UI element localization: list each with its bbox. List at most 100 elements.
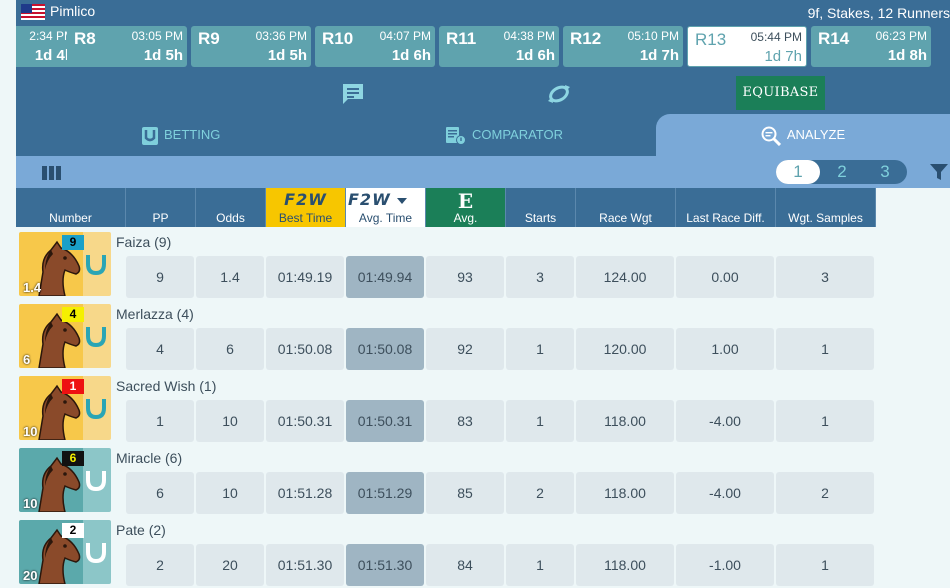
race-tab-r9[interactable]: R9 03:36 PM 1d 5h	[191, 26, 311, 67]
cell-avg: 85	[426, 472, 504, 514]
race-tab-r13[interactable]: R13 05:44 PM 1d 7h	[687, 26, 807, 67]
tab-comparator[interactable]: COMPARATOR	[446, 114, 563, 156]
race-tab-r8[interactable]: R8 03:05 PM 1d 5h	[67, 26, 187, 67]
cell-odds: 1.4	[196, 256, 264, 298]
saddle-odds: 20	[23, 568, 38, 583]
cell-last-race-diff: 1.00	[676, 328, 774, 370]
race-tab-r12[interactable]: R12 05:10 PM 1d 7h	[563, 26, 683, 67]
cell-avg-time: 01:49.94	[346, 256, 424, 298]
program-number: 6	[62, 451, 84, 466]
race-time: 04:38 PM	[503, 29, 555, 43]
race-strip: 2:34 PM 1d 4h R8 03:05 PM 1d 5h R9 03:36…	[0, 24, 950, 70]
saddle-cloth[interactable]: 2 20	[19, 520, 111, 584]
cell-best-time: 01:50.31	[266, 400, 344, 442]
col-odds[interactable]: Odds	[196, 188, 266, 227]
race-time: 03:05 PM	[131, 29, 183, 43]
horse-name[interactable]: Pate (2)	[116, 522, 166, 538]
cell-last-race-diff: -4.00	[676, 472, 774, 514]
race-tab-r10[interactable]: R10 04:07 PM 1d 6h	[315, 26, 435, 67]
race-tab-r14[interactable]: R14 06:23 PM 1d 8h	[811, 26, 931, 67]
race-countdown: 1d 6h	[515, 47, 555, 64]
race-number: R14	[818, 29, 850, 48]
horseshoe-icon	[86, 327, 106, 348]
us-flag-icon	[21, 4, 45, 20]
cell-best-time: 01:51.28	[266, 472, 344, 514]
race-tab-r11[interactable]: R11 04:38 PM 1d 6h	[439, 26, 559, 67]
saddle-odds: 10	[23, 424, 38, 439]
horseshoe-icon	[86, 543, 106, 564]
table-row[interactable]: 1 10 Sacred Wish (1) 1 10 01:50.31 01:50.31 83 1…	[16, 371, 950, 443]
tab-analyze[interactable]: ANALYZE	[656, 114, 950, 156]
col-last-race-diff[interactable]: Last Race Diff.	[676, 188, 776, 227]
col-wgt-samples[interactable]: Wgt. Samples	[776, 188, 876, 227]
refresh-icon[interactable]	[546, 82, 572, 106]
cell-avg: 93	[426, 256, 504, 298]
tab-betting[interactable]: BETTING	[142, 114, 220, 156]
saddle-cloth[interactable]: 46	[19, 304, 111, 368]
cell-avg-time: 01:50.08	[346, 328, 424, 370]
col-number[interactable]: Number	[16, 188, 126, 227]
col-avg-time[interactable]: F2W Avg. Time	[346, 188, 426, 227]
table-row[interactable]: 6 10 Miracle (6) 6 10 01:51.28 01:51.29 85 2 118.…	[16, 443, 950, 515]
page-3-button[interactable]: 3	[863, 160, 907, 184]
filter-icon[interactable]	[930, 164, 948, 181]
col-race-wgt[interactable]: Race Wgt	[576, 188, 676, 227]
cell-avg: 84	[426, 544, 504, 586]
saddle-cloth[interactable]: 1 10	[19, 376, 111, 440]
program-number: 1	[62, 379, 84, 394]
cell-avg-time: 01:51.29	[346, 472, 424, 514]
race-countdown: 1d 8h	[887, 47, 927, 64]
table-row[interactable]: 9 1.4 Faiza (9) 9 1.4 01:49.19 01:49.94 93 3 124.…	[16, 227, 950, 299]
race-number: R9	[198, 29, 220, 48]
horse-name[interactable]: Faiza (9)	[116, 234, 171, 250]
equibase-button[interactable]: EQUIBASE	[736, 76, 825, 110]
race-time: 03:36 PM	[255, 29, 307, 43]
cell-odds: 20	[196, 544, 264, 586]
col-e-avg[interactable]: E Avg.	[426, 188, 506, 227]
race-time: 05:44 PM	[750, 30, 802, 44]
horseshoe-icon	[86, 471, 106, 492]
cell-starts: 1	[506, 328, 574, 370]
horse-name[interactable]: Sacred Wish (1)	[116, 378, 216, 394]
chat-icon[interactable]	[340, 82, 366, 106]
cell-race-wgt: 120.00	[576, 328, 674, 370]
col-best-time[interactable]: F2W Best Time	[266, 188, 346, 227]
cell-pp: 2	[126, 544, 194, 586]
saddle-odds: 1.4	[23, 280, 42, 295]
table-row[interactable]: 2 20 Pate (2) 2 20 01:51.30 01:51.30 84 1 118.00-…	[16, 515, 950, 587]
equibase-logo: E	[457, 189, 474, 213]
cell-wgt-samples: 2	[776, 472, 874, 514]
columns-icon[interactable]	[42, 166, 62, 180]
betting-icon	[142, 126, 158, 145]
f2w-logo: F2W	[348, 190, 391, 209]
cell-race-wgt: 118.00	[576, 400, 674, 442]
saddle-odds: 6	[23, 352, 31, 367]
saddle-cloth[interactable]: 9 1.4	[19, 232, 111, 296]
col-pp[interactable]: PP	[126, 188, 196, 227]
cell-pp: 1	[126, 400, 194, 442]
race-countdown: 1d 7h	[639, 47, 679, 64]
race-time: 05:10 PM	[627, 29, 679, 43]
comparator-icon	[446, 126, 466, 145]
cell-last-race-diff: 0.00	[676, 256, 774, 298]
cell-wgt-samples: 1	[776, 400, 874, 442]
horse-name[interactable]: Merlazza (4)	[116, 306, 194, 322]
track-name[interactable]: Pimlico	[50, 3, 95, 19]
cell-starts: 1	[506, 544, 574, 586]
page-2-button[interactable]: 2	[820, 160, 864, 184]
tab-betting-label: BETTING	[164, 127, 221, 142]
cell-starts: 3	[506, 256, 574, 298]
tab-comparator-label: COMPARATOR	[472, 127, 564, 142]
cell-pp: 6	[126, 472, 194, 514]
page-1-button[interactable]: 1	[776, 160, 820, 184]
action-bar: EQUIBASE	[16, 70, 950, 114]
table-row[interactable]: 4 6 Merlazza (4) 4 6 01:50.08 01:50.08 92 1 120.0…	[16, 299, 950, 371]
saddle-cloth[interactable]: 6 10	[19, 448, 111, 512]
col-starts[interactable]: Starts	[506, 188, 576, 227]
horse-name[interactable]: Miracle (6)	[116, 450, 182, 466]
race-number: R11	[446, 29, 477, 48]
horseshoe-icon	[86, 399, 106, 420]
page-selector: 1 2 3	[776, 160, 907, 184]
tab-analyze-label: ANALYZE	[786, 127, 846, 142]
analyze-icon	[761, 126, 781, 146]
